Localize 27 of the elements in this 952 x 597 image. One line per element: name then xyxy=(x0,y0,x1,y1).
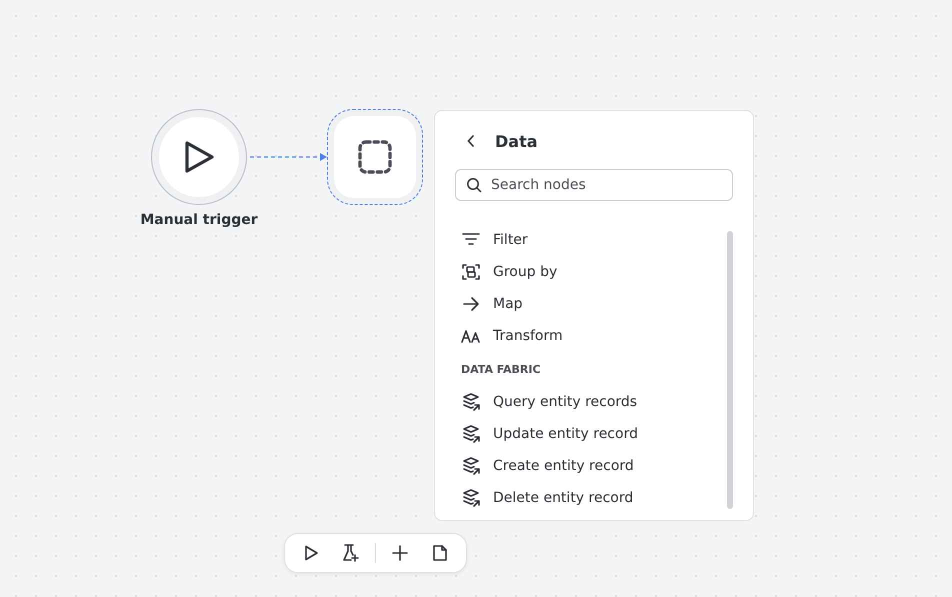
play-icon xyxy=(302,544,320,562)
panel-title: Data xyxy=(495,132,538,150)
layers-arrow-icon xyxy=(461,424,481,444)
layers-arrow-icon xyxy=(461,456,481,476)
layers-arrow-icon xyxy=(461,392,481,412)
section-heading: DATA FABRIC xyxy=(461,362,541,376)
node-option[interactable]: Group by xyxy=(461,256,727,288)
node-option[interactable]: Query entity records xyxy=(461,386,727,418)
scrollbar[interactable] xyxy=(727,231,733,509)
node-option[interactable]: Transform xyxy=(461,320,727,352)
node-option[interactable]: Update entity record xyxy=(461,418,727,450)
plus-icon xyxy=(392,545,408,561)
dashed-square-icon xyxy=(357,139,393,175)
node-label: Manual trigger xyxy=(139,212,259,228)
placeholder-node[interactable] xyxy=(327,109,423,205)
node-option[interactable]: Delete entity record xyxy=(461,482,727,514)
node-option[interactable]: Filter xyxy=(461,224,727,256)
node-option[interactable]: Map xyxy=(461,288,727,320)
note-icon xyxy=(431,544,449,562)
node-option[interactable]: Create entity record xyxy=(461,450,727,482)
search-icon xyxy=(466,177,482,193)
layers-arrow-icon xyxy=(461,488,481,508)
flask-plus-icon xyxy=(341,543,361,563)
group-icon xyxy=(461,262,481,282)
chevron-left-icon xyxy=(467,135,475,147)
search-field[interactable]: Search nodes xyxy=(455,169,733,201)
arrow-right-icon xyxy=(461,294,481,314)
